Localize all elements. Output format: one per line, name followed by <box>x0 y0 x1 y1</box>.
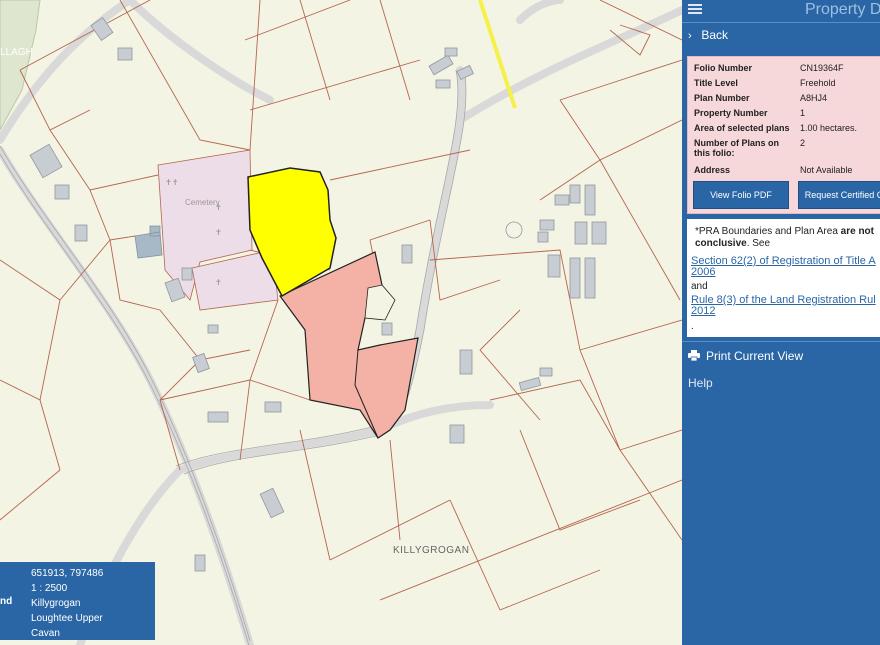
detail-value: 1 <box>800 108 806 118</box>
back-label: Back <box>701 28 729 42</box>
townland-label-top: LLAGH <box>0 47 33 58</box>
detail-key: Folio Number <box>694 63 752 73</box>
print-current-view-link[interactable]: Print Current View <box>688 349 803 363</box>
property-details-panel: Property D › Back Folio Number CN19364F … <box>682 0 880 645</box>
svg-text:✝✝: ✝✝ <box>165 178 178 187</box>
property-details-card: Folio Number CN19364F Title Level Freeho… <box>687 56 880 214</box>
detail-value: 2 <box>800 138 806 148</box>
help-link[interactable]: Help <box>688 376 713 390</box>
print-label: Print Current View <box>706 349 804 363</box>
infobox-label: nd <box>0 596 13 607</box>
detail-value: Not Available <box>800 165 853 175</box>
svg-text:✝: ✝ <box>215 228 222 237</box>
detail-key: Number of Plans on this folio: <box>694 138 780 158</box>
boundary-notice: *PRA Boundaries and Plan Area are not co… <box>687 219 880 337</box>
svg-text:✝: ✝ <box>215 278 222 287</box>
detail-value: 1.00 hectares. <box>800 123 858 133</box>
panel-title: Property D <box>805 1 880 18</box>
hamburger-menu-icon[interactable] <box>688 2 702 16</box>
detail-key: Property Number <box>694 108 768 118</box>
townland-value: Killygrogan <box>31 598 81 609</box>
notice-and: and <box>691 281 708 292</box>
detail-value: CN19364F <box>800 63 844 73</box>
detail-key: Title Level <box>694 78 738 88</box>
map-canvas[interactable]: ✝✝ ✝ ✝ ✝ <box>0 0 682 645</box>
printer-icon <box>688 350 700 362</box>
view-folio-pdf-button[interactable]: View Folio PDF <box>693 181 789 209</box>
rule-8-link[interactable]: Rule 8(3) of the Land Registration Rul <box>691 295 876 306</box>
scale-value: 1 : 2500 <box>31 583 68 594</box>
notice-end: . <box>691 321 694 332</box>
cemetery-label: Cemetery <box>185 198 220 207</box>
rule-8-link-year[interactable]: 2012 <box>691 306 715 317</box>
coordinates-value: 651913, 797486 <box>31 568 104 579</box>
panel-header: Property D <box>682 0 880 23</box>
section-62-link-year[interactable]: 2006 <box>691 267 715 278</box>
barony-value: Loughtee Upper <box>31 613 103 624</box>
county-value: Cavan <box>31 628 60 639</box>
notice-suffix: . See <box>746 238 771 249</box>
detail-value: Freehold <box>800 78 836 88</box>
notice-prefix: *PRA Boundaries and Plan Area <box>695 226 841 237</box>
panel-divider <box>682 341 880 342</box>
detail-key: Address <box>694 165 731 175</box>
map-view[interactable]: ✝✝ ✝ ✝ ✝ LLAGH Cemetery KILLYGROGAN <box>0 0 682 645</box>
location-info-box: nd 651913, 797486 1 : 2500 Killygrogan L… <box>0 562 155 640</box>
townland-label: KILLYGROGAN <box>393 545 470 556</box>
detail-key: Area of selected plans <box>694 123 790 133</box>
back-link[interactable]: › Back <box>688 28 728 42</box>
request-certified-copy-button[interactable]: Request Certified C <box>798 181 880 209</box>
notice-text: *PRA Boundaries and Plan Area are not co… <box>695 226 880 250</box>
chevron-right-icon: › <box>688 30 692 42</box>
detail-key: Plan Number <box>694 93 750 103</box>
detail-value: A8HJ4 <box>800 93 828 103</box>
section-62-link[interactable]: Section 62(2) of Registration of Title A <box>691 256 876 267</box>
